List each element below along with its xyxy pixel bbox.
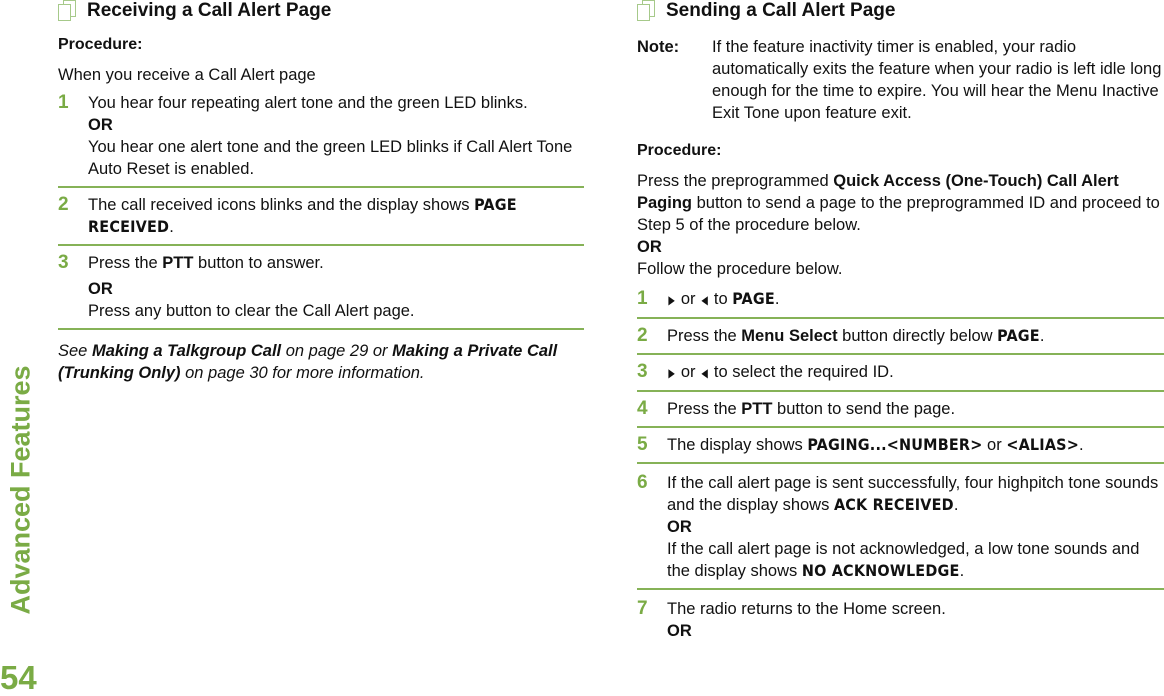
left-arrow-icon: ◀	[701, 293, 708, 307]
step-text: The call received icons blinks and the d…	[88, 196, 475, 214]
punctuation: .	[1039, 327, 1045, 345]
step-list: 1 You hear four repeating alert tone and…	[58, 88, 584, 330]
intro-pre: Press the preprogrammed	[637, 172, 834, 190]
button-name: Menu Select	[741, 327, 838, 345]
step-item: 4 Press the PTT button to send the page.	[637, 392, 1164, 428]
button-name: PTT	[162, 254, 194, 272]
display-text: <ALIAS>	[1006, 435, 1080, 454]
or-label: OR	[637, 238, 662, 256]
step-number: 3	[58, 252, 69, 273]
step-number: 2	[637, 325, 648, 346]
see-text: on page 29 or	[281, 342, 393, 360]
intro-text: When you receive a Call Alert page	[58, 66, 316, 84]
or-label: OR	[667, 518, 692, 536]
step-item: 1 ▶ or ◀ to PAGE.	[637, 284, 1164, 319]
or-text: or	[676, 290, 701, 308]
step-item: 3 ▶ or ◀ to select the required ID.	[637, 355, 1164, 392]
step-text-alt: You hear one alert tone and the green LE…	[88, 138, 573, 178]
procedure-label: Procedure:	[637, 142, 722, 159]
step-number: 7	[637, 598, 648, 619]
intro-post: button to send a page to the preprogramm…	[637, 194, 1160, 234]
right-arrow-icon: ▶	[668, 293, 675, 307]
step-item: 6 If the call alert page is sent success…	[637, 464, 1164, 590]
step-item: 5 The display shows PAGING...<NUMBER> or…	[637, 428, 1164, 464]
display-text: PAGE	[732, 289, 775, 308]
procedure-label: Procedure:	[58, 36, 143, 53]
display-text: ACK RECEIVED	[833, 495, 954, 514]
note-label: Note:	[637, 38, 680, 56]
step-number: 4	[637, 398, 648, 419]
section-heading: Sending a Call Alert Page	[637, 0, 1164, 22]
see-also: See Making a Talkgroup Call on page 29 o…	[58, 340, 584, 384]
or-label: OR	[667, 622, 692, 640]
side-tab: Advanced Features	[0, 330, 40, 630]
step-number: 1	[637, 288, 648, 309]
step-number: 5	[637, 434, 648, 455]
step-text: button to answer.	[193, 254, 324, 272]
intro-alt: Follow the procedure below.	[637, 260, 843, 278]
step-item: 3 Press the PTT button to answer. OR Pre…	[58, 246, 584, 330]
section-heading: Receiving a Call Alert Page	[58, 0, 584, 22]
left-arrow-icon: ◀	[701, 366, 708, 380]
intro-text: Press the preprogrammed Quick Access (On…	[637, 170, 1164, 280]
pages-icon	[637, 0, 659, 22]
right-column: Sending a Call Alert Page Note: If the f…	[637, 0, 1164, 648]
xref-link[interactable]: Making a Talkgroup Call	[92, 342, 281, 360]
display-text: NO ACKNOWLEDGE	[801, 561, 960, 580]
section-tab-label: Advanced Features	[5, 365, 36, 615]
step-number: 2	[58, 194, 69, 215]
heading-text: Sending a Call Alert Page	[666, 0, 896, 21]
step-text-alt: Press any button to clear the Call Alert…	[88, 302, 415, 320]
page-number: 54	[0, 659, 37, 696]
note-text: If the feature inactivity timer is enabl…	[712, 38, 1162, 122]
step-number: 3	[637, 361, 648, 382]
or-label: OR	[88, 116, 113, 134]
step-text: to select the required ID.	[709, 363, 894, 381]
left-column: Receiving a Call Alert Page Procedure: W…	[58, 0, 584, 384]
punctuation: .	[169, 218, 174, 236]
or-text: or	[676, 363, 701, 381]
step-number: 1	[58, 92, 69, 113]
or-text: or	[982, 436, 1007, 454]
step-item: 2 Press the Menu Select button directly …	[637, 319, 1164, 355]
see-text: on page 30 for more information.	[180, 364, 425, 382]
step-text: button directly below	[837, 327, 998, 345]
pages-icon	[58, 0, 80, 22]
step-text: The display shows	[667, 436, 808, 454]
see-text: See	[58, 342, 92, 360]
display-text: PAGING...<NUMBER>	[807, 435, 983, 454]
punctuation: .	[774, 290, 780, 308]
or-label: OR	[88, 280, 113, 298]
step-text: Press the	[667, 327, 742, 345]
step-item: 7 The radio returns to the Home screen. …	[637, 590, 1164, 648]
button-name: PTT	[741, 400, 773, 418]
step-text: The radio returns to the Home screen.	[667, 600, 946, 618]
step-number: 6	[637, 472, 648, 493]
step-text: button to send the page.	[772, 400, 956, 418]
display-text: PAGE	[997, 326, 1040, 345]
step-text: Press the	[88, 254, 163, 272]
step-text: Press the	[667, 400, 742, 418]
punctuation: .	[953, 496, 959, 514]
step-text: to	[709, 290, 733, 308]
punctuation: .	[1079, 436, 1084, 454]
step-item: 1 You hear four repeating alert tone and…	[58, 88, 584, 188]
punctuation: .	[959, 562, 965, 580]
step-text: You hear four repeating alert tone and t…	[88, 94, 528, 112]
step-list: 1 ▶ or ◀ to PAGE. 2 Press the Menu Selec…	[637, 284, 1164, 648]
note-block: Note: If the feature inactivity timer is…	[637, 36, 1164, 124]
heading-text: Receiving a Call Alert Page	[87, 0, 332, 21]
step-item: 2 The call received icons blinks and the…	[58, 188, 584, 246]
right-arrow-icon: ▶	[668, 366, 675, 380]
